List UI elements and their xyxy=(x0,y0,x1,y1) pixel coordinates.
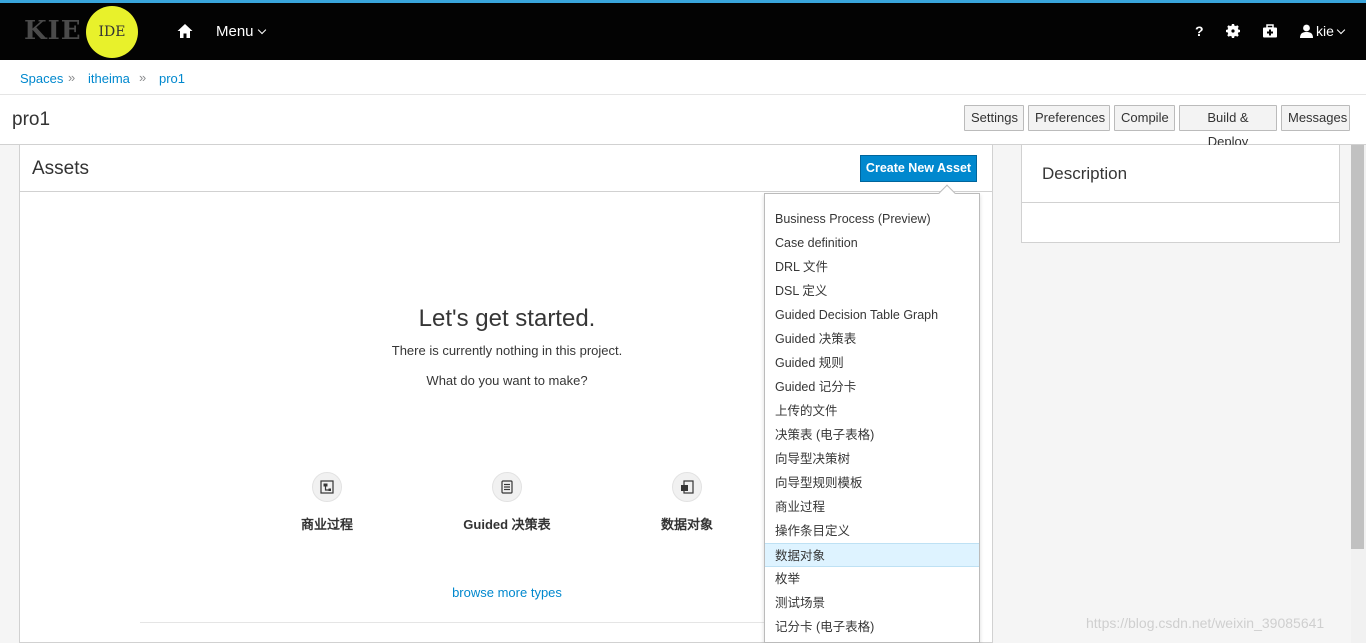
asset-menu-item[interactable]: 记分卡 (电子表格) xyxy=(765,615,979,639)
business-process-icon xyxy=(312,472,342,502)
assets-title: Assets xyxy=(32,158,90,179)
asset-menu-item[interactable]: DRL 文件 xyxy=(765,255,979,279)
project-title-bar: pro1 Settings Preferences Compile Build … xyxy=(0,95,1366,149)
kie-logo[interactable]: KIE xyxy=(24,16,82,46)
help-icon[interactable]: ? xyxy=(1195,23,1204,39)
asset-type-dropdown: Business Process (Preview) Case definiti… xyxy=(764,184,980,643)
asset-menu-item[interactable]: 向导型规则模板 xyxy=(765,471,979,495)
asset-menu-item-highlighted[interactable]: 数据对象 xyxy=(765,543,979,567)
asset-menu-item[interactable]: Guided 决策表 xyxy=(765,327,979,351)
quick-type-data-object[interactable]: 数据对象 xyxy=(627,472,747,533)
divider xyxy=(1022,202,1339,203)
main-menu-dropdown[interactable]: Menu xyxy=(216,23,266,40)
asset-menu-item[interactable]: Guided Decision Table Graph xyxy=(765,303,979,327)
data-object-icon xyxy=(672,472,702,502)
asset-menu-item[interactable]: Case definition xyxy=(765,231,979,255)
asset-menu-item[interactable]: 决策表 (电子表格) xyxy=(765,423,979,447)
home-icon[interactable] xyxy=(176,22,194,40)
breadcrumb-spaces[interactable]: Spaces xyxy=(20,71,63,86)
chevron-down-icon xyxy=(257,25,266,35)
breadcrumb-itheima[interactable]: itheima xyxy=(88,71,130,86)
ide-logo-badge[interactable]: IDE xyxy=(86,6,138,58)
build-deploy-button[interactable]: Build & Deploy xyxy=(1179,105,1277,149)
compile-button[interactable]: Compile xyxy=(1114,105,1175,131)
watermark-text: https://blog.csdn.net/weixin_39085641 xyxy=(1086,615,1325,631)
quick-type-label: Guided 决策表 xyxy=(463,517,551,532)
asset-menu-item[interactable]: Guided 规则 xyxy=(765,351,979,375)
settings-button[interactable]: Settings xyxy=(964,105,1024,131)
quick-type-label: 商业过程 xyxy=(300,517,353,532)
asset-menu-item[interactable]: 商业过程 xyxy=(765,495,979,519)
page-scrollbar-thumb[interactable] xyxy=(1351,145,1364,549)
decision-table-icon xyxy=(492,472,522,502)
asset-menu-item[interactable]: Business Process (Preview) xyxy=(765,207,979,231)
asset-menu-item[interactable]: 向导型决策树 xyxy=(765,447,979,471)
user-icon xyxy=(1300,24,1313,38)
asset-menu-item[interactable]: 枚举 xyxy=(765,567,979,591)
description-panel: Description xyxy=(1021,145,1340,243)
breadcrumb-separator: » xyxy=(68,70,76,85)
quick-type-label: 数据对象 xyxy=(660,517,713,532)
assets-header: Assets Create New Asset xyxy=(20,145,992,192)
chevron-down-icon xyxy=(1336,25,1346,35)
user-name: kie xyxy=(1316,23,1334,39)
messages-button[interactable]: Messages xyxy=(1281,105,1350,131)
asset-menu-item[interactable]: DSL 定义 xyxy=(765,279,979,303)
gear-icon[interactable] xyxy=(1226,24,1240,41)
preferences-button[interactable]: Preferences xyxy=(1028,105,1110,131)
asset-menu-item[interactable]: Guided 记分卡 xyxy=(765,375,979,399)
breadcrumb-pro1[interactable]: pro1 xyxy=(159,71,185,86)
asset-menu-item[interactable]: 测试场景 xyxy=(765,591,979,615)
asset-menu-item[interactable]: 操作条目定义 xyxy=(765,519,979,543)
create-new-asset-button[interactable]: Create New Asset xyxy=(860,155,977,182)
top-navbar: KIE IDE Menu ? kie xyxy=(0,0,1366,60)
breadcrumb-separator: » xyxy=(139,70,147,85)
first-aid-kit-icon[interactable] xyxy=(1262,24,1278,41)
breadcrumb: Spaces » itheima » pro1 xyxy=(0,60,1366,95)
quick-type-business-process[interactable]: 商业过程 xyxy=(267,472,387,533)
user-menu-dropdown[interactable]: kie xyxy=(1300,23,1346,39)
menu-label: Menu xyxy=(216,23,254,40)
quick-type-guided-decision-table[interactable]: Guided 决策表 xyxy=(447,472,567,533)
asset-menu-item[interactable]: 上传的文件 xyxy=(765,399,979,423)
divider xyxy=(140,622,870,623)
description-title: Description xyxy=(1042,164,1128,183)
page-title: pro1 xyxy=(12,109,51,130)
